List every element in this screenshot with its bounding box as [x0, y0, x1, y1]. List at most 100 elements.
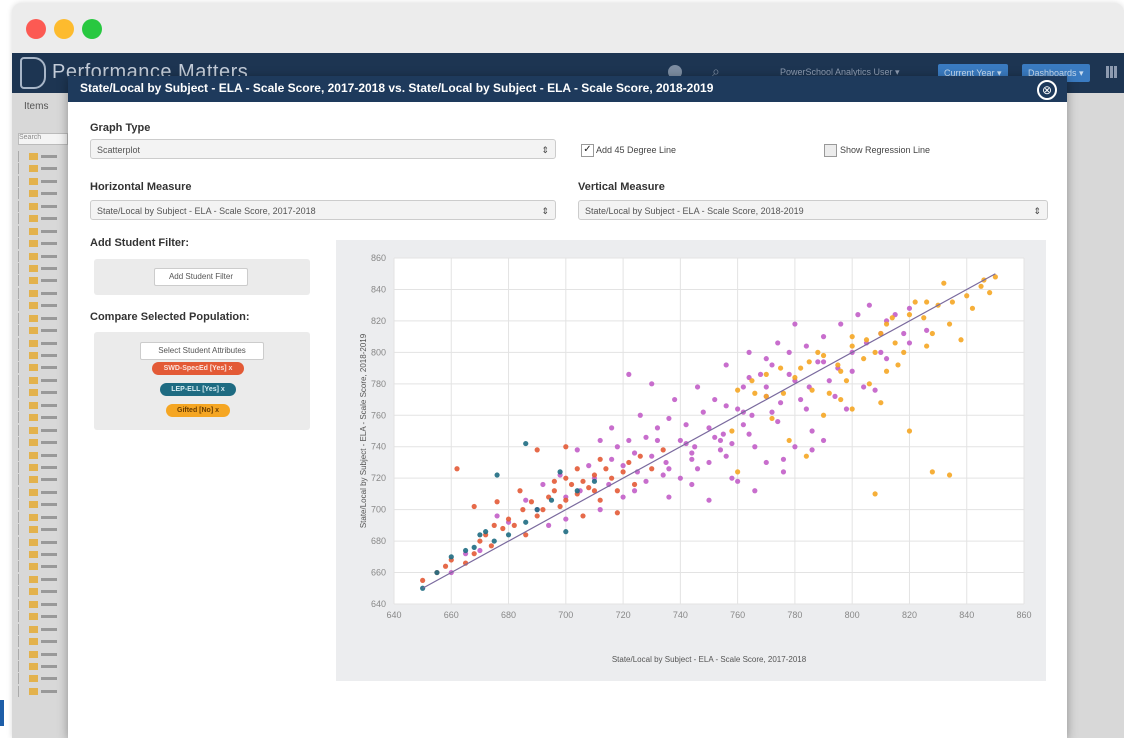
- tree-row[interactable]: [18, 660, 70, 672]
- tree-row-label: [41, 503, 57, 507]
- tree-row[interactable]: [18, 486, 70, 498]
- tree-row[interactable]: [18, 461, 70, 473]
- tree-row[interactable]: [18, 188, 70, 200]
- tree-row[interactable]: [18, 499, 70, 511]
- select-student-attributes-button[interactable]: Select Student Attributes: [140, 342, 264, 360]
- tree-row[interactable]: [18, 225, 70, 237]
- tree-row[interactable]: [18, 573, 70, 585]
- sidebar-tab-items[interactable]: Items: [24, 101, 48, 112]
- tag-gifted[interactable]: Gifted [No] x: [166, 404, 230, 417]
- data-point: [483, 529, 489, 535]
- tree-row[interactable]: [18, 312, 70, 324]
- tree-row[interactable]: [18, 213, 70, 225]
- tree-row[interactable]: [18, 586, 70, 598]
- tree-row[interactable]: [18, 262, 70, 274]
- tree-row[interactable]: [18, 524, 70, 536]
- data-point: [969, 305, 976, 311]
- minimize-window-control[interactable]: [54, 19, 74, 39]
- tree-row[interactable]: [18, 151, 70, 162]
- add-student-filter-button[interactable]: Add Student Filter: [154, 268, 248, 286]
- tree-row[interactable]: [18, 350, 70, 361]
- regression-line-label: Show Regression Line: [840, 145, 931, 155]
- data-point: [838, 368, 844, 374]
- tree-row[interactable]: [18, 238, 70, 250]
- data-point: [820, 437, 827, 444]
- tree-row[interactable]: [18, 598, 70, 610]
- tree-row[interactable]: [18, 412, 70, 424]
- data-point: [477, 547, 483, 554]
- data-point: [442, 563, 449, 569]
- tree-row[interactable]: [18, 623, 70, 635]
- tree-row[interactable]: [18, 399, 70, 411]
- horizontal-measure-select[interactable]: State/Local by Subject - ELA - Scale Sco…: [90, 200, 556, 220]
- folder-icon: [29, 625, 38, 633]
- data-point: [757, 371, 764, 377]
- tree-row[interactable]: [18, 300, 70, 312]
- regression-line-checkbox[interactable]: [824, 144, 837, 157]
- folder-icon: [29, 463, 38, 471]
- tree-row[interactable]: [18, 648, 70, 660]
- tree-row[interactable]: [18, 374, 70, 386]
- sidebar-tree: [18, 151, 70, 698]
- tree-row[interactable]: [18, 337, 70, 349]
- tree-row[interactable]: [18, 673, 70, 685]
- tree-row[interactable]: [18, 275, 70, 287]
- select-arrows-icon: ⇕: [541, 206, 549, 216]
- tree-row[interactable]: [18, 536, 70, 548]
- data-point: [835, 362, 841, 368]
- tree-row[interactable]: [18, 449, 70, 461]
- tree-row[interactable]: [18, 325, 70, 337]
- vertical-measure-select[interactable]: State/Local by Subject - ELA - Scale Sco…: [578, 200, 1048, 220]
- tree-row[interactable]: [18, 387, 70, 399]
- data-point: [883, 368, 890, 374]
- tree-row-label: [41, 291, 57, 295]
- sidebar-search-input[interactable]: Search: [18, 133, 68, 145]
- data-point: [620, 463, 626, 469]
- tree-row-label: [41, 279, 57, 283]
- data-point: [471, 544, 477, 550]
- data-point: [706, 459, 712, 466]
- data-point: [752, 444, 758, 450]
- tree-row[interactable]: [18, 250, 70, 262]
- modal-header: State/Local by Subject - ELA - Scale Sco…: [68, 76, 1067, 102]
- tree-row[interactable]: [18, 474, 70, 486]
- tree-row[interactable]: [18, 287, 70, 299]
- tree-row[interactable]: [18, 636, 70, 648]
- data-point: [838, 321, 844, 327]
- tree-row[interactable]: [18, 362, 70, 374]
- tree-row-label: [41, 441, 57, 445]
- data-point: [454, 466, 460, 472]
- add-45-degree-checkbox[interactable]: ✓: [581, 144, 594, 157]
- data-point: [717, 447, 724, 453]
- tree-row[interactable]: [18, 437, 70, 449]
- apps-grid-icon[interactable]: [1106, 66, 1118, 78]
- tree-row[interactable]: [18, 424, 70, 436]
- data-point: [462, 547, 469, 554]
- tree-row[interactable]: [18, 549, 70, 560]
- data-point: [591, 472, 598, 478]
- graph-type-value: Scatterplot: [97, 145, 141, 155]
- close-window-control[interactable]: [26, 19, 46, 39]
- tree-row[interactable]: [18, 511, 70, 523]
- tag-lep-ell[interactable]: LEP-ELL [Yes] x: [160, 383, 236, 396]
- data-point: [494, 499, 500, 505]
- folder-icon: [29, 662, 38, 670]
- tree-row[interactable]: [18, 561, 70, 573]
- tag-swd-speced[interactable]: SWD-SpecEd [Yes] x: [152, 362, 244, 375]
- tree-row[interactable]: [18, 163, 70, 175]
- data-point: [889, 315, 895, 321]
- close-icon[interactable]: ⊗: [1037, 80, 1057, 100]
- graph-type-select[interactable]: Scatterplot ⇕: [90, 139, 556, 159]
- tree-row[interactable]: [18, 685, 70, 697]
- tree-row[interactable]: [18, 200, 70, 212]
- data-point: [523, 497, 529, 503]
- data-point: [863, 337, 870, 343]
- tree-row[interactable]: [18, 175, 70, 187]
- tree-row[interactable]: [18, 611, 70, 623]
- data-point: [551, 478, 557, 484]
- data-point: [769, 415, 775, 422]
- data-point: [826, 378, 832, 384]
- data-point: [786, 349, 792, 355]
- maximize-window-control[interactable]: [82, 19, 102, 39]
- tree-row-label: [41, 640, 57, 644]
